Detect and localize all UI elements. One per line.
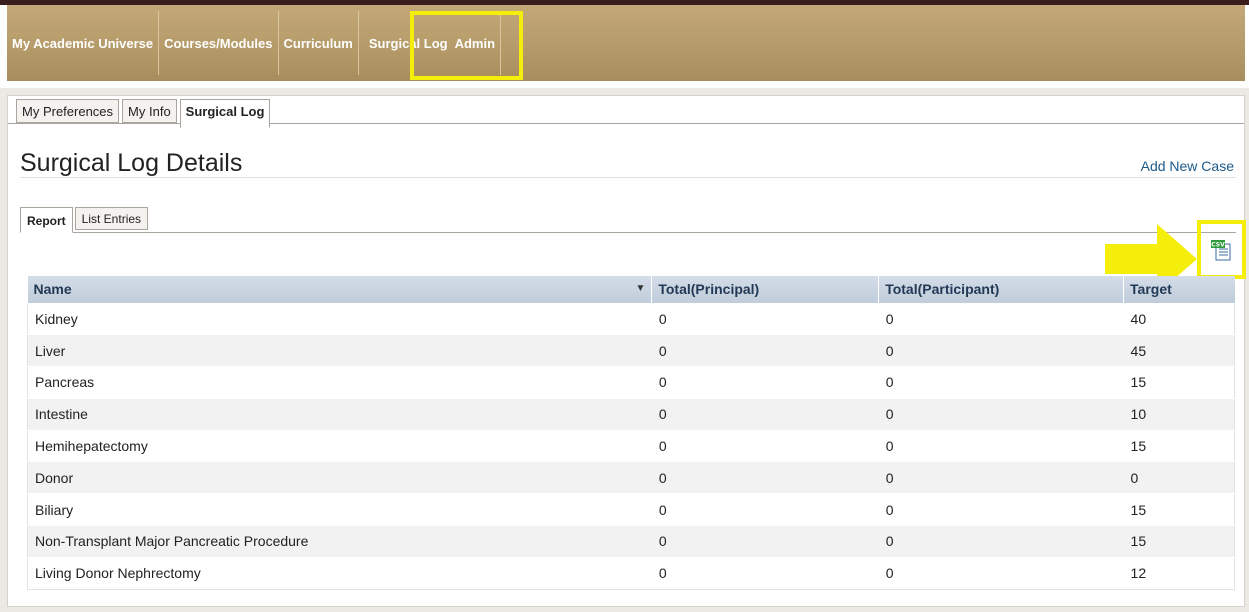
cell-name: Non-Transplant Major Pancreatic Procedur… <box>27 525 652 558</box>
cell-total-participant: 0 <box>878 556 1124 590</box>
cell-total-participant: 0 <box>878 302 1124 335</box>
cell-total-participant: 0 <box>878 366 1124 399</box>
add-new-case-link[interactable]: Add New Case <box>1141 158 1234 174</box>
nav-filler <box>501 11 1245 75</box>
cell-name: Kidney <box>27 302 652 335</box>
table-row: Hemihepatectomy 0 0 15 <box>27 429 1235 462</box>
cell-target: 0 <box>1123 461 1235 494</box>
tab-my-info[interactable]: My Info <box>122 99 177 123</box>
cell-name: Biliary <box>27 493 652 526</box>
cell-target: 15 <box>1123 429 1235 462</box>
cell-total-principal: 0 <box>651 334 879 367</box>
nav-highlight-box <box>410 11 523 80</box>
cell-total-principal: 0 <box>651 461 879 494</box>
cell-total-participant: 0 <box>878 334 1124 367</box>
cell-target: 15 <box>1123 366 1235 399</box>
sort-desc-icon[interactable]: ▼ <box>635 283 645 294</box>
content-panel: My Preferences My Info Surgical Log Surg… <box>7 95 1246 607</box>
cell-total-participant: 0 <box>878 429 1124 462</box>
column-header-target[interactable]: Target <box>1123 276 1235 303</box>
nav-courses-modules[interactable]: Courses/Modules <box>159 11 279 75</box>
main-nav: My Academic Universe Courses/Modules Cur… <box>7 5 1245 81</box>
cell-name: Living Donor Nephrectomy <box>27 556 652 590</box>
nav-curriculum[interactable]: Curriculum <box>279 11 359 75</box>
table-row: Pancreas 0 0 15 <box>27 366 1235 399</box>
cell-name: Liver <box>27 334 652 367</box>
page-title: Surgical Log Details <box>20 149 243 177</box>
table-row: Liver 0 0 45 <box>27 334 1235 367</box>
cell-total-principal: 0 <box>651 302 879 335</box>
cell-total-principal: 0 <box>651 556 879 590</box>
cell-total-participant: 0 <box>878 493 1124 526</box>
table-header-row: Name ▼ Total(Principal) Total(Participan… <box>27 276 1235 303</box>
column-header-total-principal[interactable]: Total(Principal) <box>651 276 879 303</box>
cell-target: 12 <box>1123 556 1235 590</box>
table-row: Kidney 0 0 40 <box>27 302 1235 335</box>
cell-total-participant: 0 <box>878 525 1124 558</box>
report-tabs: Report List Entries <box>20 207 150 233</box>
csv-icon-label: CSV <box>1211 242 1225 249</box>
table-row: Living Donor Nephrectomy 0 0 12 <box>27 556 1235 590</box>
tab-surgical-log[interactable]: Surgical Log <box>179 99 271 128</box>
cell-total-principal: 0 <box>651 493 879 526</box>
column-header-name[interactable]: Name ▼ <box>27 276 652 303</box>
cell-name: Intestine <box>27 397 652 431</box>
top-navigation-bar: My Academic Universe Courses/Modules Cur… <box>0 0 1249 88</box>
tab-list-entries[interactable]: List Entries <box>74 207 149 230</box>
report-tabs-divider <box>20 232 1236 233</box>
subtabs: My Preferences My Info Surgical Log <box>16 99 273 128</box>
cell-name: Hemihepatectomy <box>27 429 652 462</box>
cell-name: Donor <box>27 461 652 494</box>
table-row: Intestine 0 0 10 <box>27 397 1235 431</box>
title-divider <box>20 177 1236 178</box>
table-row: Non-Transplant Major Pancreatic Procedur… <box>27 525 1235 558</box>
cell-total-principal: 0 <box>651 525 879 558</box>
table-row: Biliary 0 0 15 <box>27 493 1235 526</box>
column-header-total-participant[interactable]: Total(Participant) <box>878 276 1124 303</box>
cell-total-participant: 0 <box>878 461 1124 494</box>
cell-target: 15 <box>1123 493 1235 526</box>
table-row: Donor 0 0 0 <box>27 461 1235 494</box>
cell-target: 45 <box>1123 334 1235 367</box>
tab-report[interactable]: Report <box>20 207 73 233</box>
cell-target: 10 <box>1123 397 1235 431</box>
cell-target: 15 <box>1123 525 1235 558</box>
tab-my-preferences[interactable]: My Preferences <box>16 99 120 123</box>
column-header-label: Name <box>33 281 72 298</box>
csv-export-icon[interactable]: CSV <box>1211 239 1231 261</box>
surgical-log-report-table: Name ▼ Total(Principal) Total(Participan… <box>27 276 1235 590</box>
nav-my-academic-universe[interactable]: My Academic Universe <box>7 11 160 75</box>
cell-name: Pancreas <box>27 366 652 399</box>
cell-target: 40 <box>1123 302 1235 335</box>
cell-total-principal: 0 <box>651 429 879 462</box>
cell-total-principal: 0 <box>651 397 879 431</box>
cell-total-participant: 0 <box>878 397 1124 431</box>
cell-total-principal: 0 <box>651 366 879 399</box>
